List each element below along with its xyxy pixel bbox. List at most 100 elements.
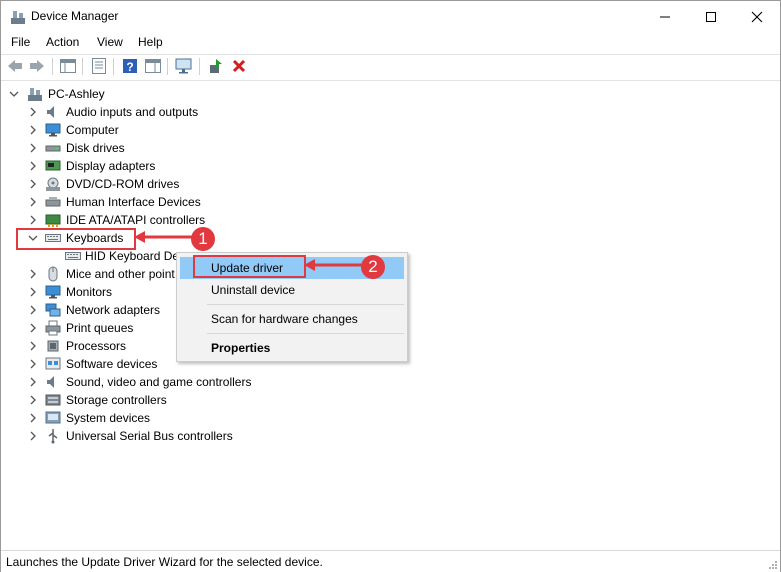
chevron-right-icon[interactable] (27, 340, 39, 352)
tree-category-row[interactable]: Display adapters (1, 157, 301, 175)
disk-drive-icon (45, 145, 61, 152)
annotation-arrow-2-icon (304, 259, 364, 271)
toolbar: ? (1, 54, 780, 79)
chevron-right-icon[interactable] (27, 376, 39, 388)
hid-icon (45, 197, 61, 207)
chevron-right-icon[interactable] (27, 178, 39, 190)
tree-category-row[interactable]: Audio inputs and outputs (1, 103, 301, 121)
svg-text:?: ? (126, 60, 133, 74)
scan-hardware-button[interactable] (175, 57, 193, 75)
chevron-right-icon[interactable] (27, 394, 39, 406)
action-pane-button[interactable] (144, 57, 162, 75)
tree-label-print-queues: Print queues (66, 321, 134, 335)
chevron-right-icon[interactable] (27, 322, 39, 334)
tree-label-universal-serial-bus-controllers: Universal Serial Bus controllers (66, 429, 233, 443)
tree-label-sound-video-and-game-controllers: Sound, video and game controllers (66, 375, 252, 389)
tree-label-software-devices: Software devices (66, 357, 158, 371)
update-driver-toolbar-button[interactable] (207, 57, 225, 75)
maximize-icon (706, 11, 716, 22)
monitor-icon (45, 285, 61, 299)
chevron-right-icon[interactable] (27, 268, 39, 280)
annotation-box-keyboards (16, 228, 136, 250)
properties-toolbar-button[interactable] (90, 57, 108, 75)
uninstall-x-icon (232, 59, 246, 73)
printer-icon (45, 320, 61, 336)
tree-label-audio-inputs-and-outputs: Audio inputs and outputs (66, 105, 199, 119)
annotation-arrow-1-icon (134, 231, 194, 243)
update-driver-icon (210, 59, 222, 73)
chevron-right-icon[interactable] (27, 286, 39, 298)
storage-controller-icon (45, 394, 61, 406)
tree-label-mice-and-other-point: Mice and other point (66, 267, 175, 281)
tree-label-network-adapters: Network adapters (66, 303, 161, 317)
chevron-right-icon[interactable] (27, 124, 39, 136)
tree-label-display-adapters: Display adapters (66, 159, 156, 173)
tree-category-row[interactable]: DVD/CD-ROM drives (1, 175, 301, 193)
tree-category-row[interactable]: Human Interface Devices (1, 193, 301, 211)
tree-category-row[interactable]: Disk drives (1, 139, 301, 157)
help-toolbar-button[interactable]: ? (121, 57, 139, 75)
show-hide-console-tree-button[interactable] (59, 57, 77, 75)
tree-category-row[interactable]: IDE ATA/ATAPI controllers (1, 211, 301, 229)
tree-label-processors: Processors (66, 339, 127, 353)
menu-action[interactable]: Action (46, 35, 79, 49)
console-tree-icon (60, 59, 76, 73)
chevron-right-icon[interactable] (27, 304, 39, 316)
system-device-icon (45, 411, 61, 424)
minimize-button[interactable] (642, 1, 688, 32)
status-text: Launches the Update Driver Wizard for th… (6, 555, 323, 569)
properties-menu-item[interactable]: Properties (211, 341, 270, 355)
menu-help[interactable]: Help (138, 35, 163, 49)
status-bar: Launches the Update Driver Wizard for th… (1, 550, 780, 572)
close-button[interactable] (734, 1, 780, 32)
back-button[interactable] (6, 57, 24, 75)
menu-bar: File Action View Help (1, 32, 780, 53)
menu-file[interactable]: File (11, 35, 30, 49)
chevron-right-icon[interactable] (27, 214, 39, 226)
action-pane-icon (145, 59, 161, 73)
back-arrow-icon (8, 60, 22, 72)
computer-tree-icon (28, 88, 42, 101)
scan-hardware-menu-item[interactable]: Scan for hardware changes (211, 312, 358, 326)
forward-arrow-icon (30, 60, 44, 72)
annotation-step-2-badge: 2 (361, 255, 385, 279)
chevron-right-icon[interactable] (27, 430, 39, 442)
uninstall-toolbar-button[interactable] (230, 57, 248, 75)
chevron-right-icon[interactable] (27, 358, 39, 370)
chevron-right-icon[interactable] (27, 142, 39, 154)
chevron-right-icon[interactable] (27, 412, 39, 424)
chevron-down-icon[interactable] (8, 88, 20, 100)
display-adapter-icon (45, 160, 61, 171)
software-device-icon (45, 357, 61, 370)
chevron-right-icon[interactable] (27, 196, 39, 208)
forward-button[interactable] (28, 57, 46, 75)
tree-category-row[interactable]: Computer (1, 121, 301, 139)
chevron-right-icon[interactable] (27, 160, 39, 172)
keyboard-icon (65, 252, 81, 260)
tree-category-row[interactable]: Universal Serial Bus controllers (1, 427, 301, 445)
properties-page-icon (92, 58, 106, 74)
tree-category-row[interactable]: Sound, video and game controllers (1, 373, 301, 391)
tree-label-monitors: Monitors (66, 285, 113, 299)
dvd-drive-icon (46, 177, 60, 191)
menu-view[interactable]: View (97, 35, 123, 49)
network-adapter-icon (45, 303, 61, 317)
chevron-right-icon[interactable] (27, 106, 39, 118)
maximize-button[interactable] (688, 1, 734, 32)
tree-category-row[interactable]: Storage controllers (1, 391, 301, 409)
tree-label-storage-controllers: Storage controllers (66, 393, 167, 407)
speaker-icon (47, 376, 54, 388)
help-icon: ? (123, 59, 137, 74)
tree-label-system-devices: System devices (66, 411, 151, 425)
device-manager-app-icon (11, 11, 25, 24)
tree-category-row[interactable]: System devices (1, 409, 301, 427)
tree-root-row[interactable]: PC-Ashley (1, 85, 201, 103)
uninstall-device-menu-item[interactable]: Uninstall device (211, 283, 295, 297)
processor-icon (47, 340, 59, 352)
close-icon (751, 11, 763, 22)
tree-label-computer: Computer (66, 123, 119, 137)
tree-label-disk-drives: Disk drives (66, 141, 125, 155)
minimize-icon (660, 16, 670, 17)
resize-grip-icon[interactable] (768, 560, 778, 570)
title-bar: Device Manager (1, 1, 780, 32)
